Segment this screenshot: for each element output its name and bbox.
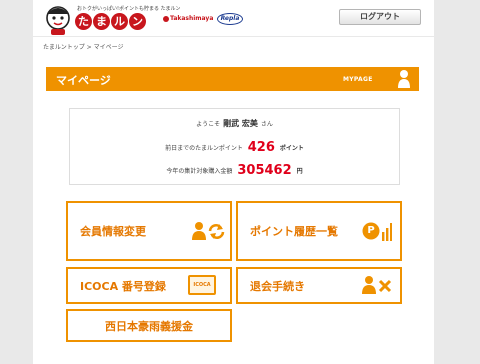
purchase-unit: 円 [296,168,303,175]
icoca-register-label: ICOCA 番号登録 [80,279,166,293]
welcome-prefix: ようこそ [196,121,221,128]
user-name: 剛武 宏美 [223,119,258,128]
breadcrumb: たまルントップ > マイページ [43,42,123,51]
breadcrumb-home-link[interactable]: たまルントップ [43,44,85,51]
withdraw-label: 退会手続き [250,279,305,293]
points-row: 前日までのたまルンポイント 426 ポイント [70,140,399,155]
points-unit: ポイント [279,145,304,152]
person-refresh-icon [192,222,225,240]
purchase-label: 今年の集計対象購入金額 [166,168,233,175]
point-history-button[interactable]: ポイント履歴一覧 P [236,201,402,261]
logo-char: ル [111,13,128,30]
header-divider [33,36,434,37]
takashimaya-logo-text: Takashimaya [170,15,214,22]
site-tagline: おトクがいっぱい!ポイントも貯まる たまルン [77,6,181,12]
donation-label: 西日本豪雨義援金 [105,319,193,333]
page-title-bar: マイページ MYPAGE [46,67,419,91]
takashimaya-logo[interactable]: Takashimaya [163,15,213,22]
welcome-row: ようこそ 剛武 宏美 さん [70,118,399,129]
logo-char: た [75,13,92,30]
point-history-label: ポイント履歴一覧 [250,225,338,238]
member-info-change-label: 会員情報変更 [80,225,146,238]
page-title: マイページ [56,74,111,87]
withdraw-button[interactable]: 退会手続き [236,267,402,304]
page: おトクがいっぱい!ポイントも貯まる たまルン た ま ル ン Takashima… [33,0,434,364]
logo-dot-icon [163,15,169,22]
donation-button[interactable]: 西日本豪雨義援金 [66,309,232,342]
person-close-icon [362,276,392,294]
mascot-icon[interactable] [41,2,75,36]
purchase-value: 305462 [237,163,292,178]
breadcrumb-separator: > [86,44,92,51]
site-header: おトクがいっぱい!ポイントも貯まる たまルン た ま ル ン Takashima… [33,0,434,36]
points-label: 前日までのたまルンポイント [165,145,243,152]
point-icon-letter: P [367,225,375,236]
points-value: 426 [247,140,275,155]
icoca-card-text: ICOCA [193,282,211,288]
logout-button[interactable]: ログアウト [339,9,421,25]
logo-char: ま [93,13,110,30]
partner-logo[interactable]: Repla [217,13,243,25]
page-subtitle: MYPAGE [343,76,373,83]
member-summary-card: ようこそ 剛武 宏美 さん 前日までのたまルンポイント 426 ポイント 今年の… [69,108,400,185]
person-icon [398,70,410,88]
icoca-register-button[interactable]: ICOCA 番号登録 ICOCA [66,267,232,304]
tamarun-logo[interactable]: た ま ル ン [75,13,146,30]
breadcrumb-current: マイページ [93,44,124,51]
logo-char: ン [129,13,146,30]
honorific: さん [260,121,273,128]
icoca-card-icon: ICOCA [188,275,216,295]
member-info-change-button[interactable]: 会員情報変更 [66,201,232,261]
purchase-row: 今年の集計対象購入金額 305462 円 [70,163,399,178]
